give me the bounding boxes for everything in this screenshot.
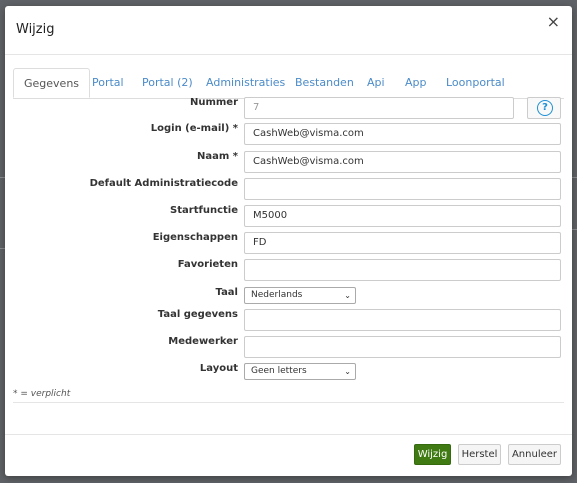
startfunctie-label: Startfunctie <box>170 205 238 216</box>
row-medewerker: Medewerker <box>5 336 572 360</box>
nummer-label: Nummer <box>189 97 238 108</box>
nummer-field: 7 <box>244 97 514 119</box>
row-eigenschappen: Eigenschappen FD <box>5 232 572 256</box>
medewerker-field[interactable] <box>244 336 561 358</box>
help-icon: ? <box>537 100 553 116</box>
cancel-button[interactable]: Annuleer <box>508 444 561 465</box>
naam-label: Naam * <box>197 151 238 162</box>
row-login: Login (e-mail) * CashWeb@visma.com <box>5 123 572 147</box>
tab-app[interactable]: App <box>405 68 427 97</box>
favorieten-field[interactable] <box>244 259 561 281</box>
layout-select-value: Geen letters <box>251 366 307 376</box>
row-taal: Taal Nederlands ⌄ <box>5 287 572 311</box>
backdrop-mark <box>572 229 577 230</box>
startfunctie-field[interactable]: M5000 <box>244 205 561 227</box>
row-startfunctie: Startfunctie M5000 <box>5 205 572 229</box>
edit-dialog: Wijzig × Gegevens Portal Portal (2) Admi… <box>5 6 572 476</box>
eigenschappen-label: Eigenschappen <box>152 232 238 243</box>
chevron-down-icon: ⌄ <box>344 367 351 376</box>
help-button[interactable]: ? <box>527 97 561 119</box>
default-administratiecode-field[interactable] <box>244 178 561 200</box>
footer-divider <box>5 434 572 435</box>
tab-portal[interactable]: Portal <box>92 68 124 97</box>
row-layout: Layout Geen letters ⌄ <box>5 363 572 387</box>
taal-label: Taal <box>215 287 238 298</box>
tab-gegevens[interactable]: Gegevens <box>13 68 91 98</box>
layout-select[interactable]: Geen letters ⌄ <box>244 363 356 380</box>
tab-portal-2[interactable]: Portal (2) <box>142 68 193 97</box>
tab-loonportal[interactable]: Loonportal <box>446 68 505 97</box>
taal-select[interactable]: Nederlands ⌄ <box>244 287 356 304</box>
medewerker-label: Medewerker <box>168 336 238 347</box>
login-label: Login (e-mail) * <box>150 123 238 134</box>
dialog-header: Wijzig × <box>5 6 572 55</box>
save-button[interactable]: Wijzig <box>414 444 451 465</box>
chevron-down-icon: ⌄ <box>344 291 351 300</box>
layout-label: Layout <box>199 363 238 374</box>
taal-gegevens-field[interactable] <box>244 309 561 331</box>
tab-bestanden[interactable]: Bestanden <box>295 68 354 97</box>
reset-button[interactable]: Herstel <box>458 444 501 465</box>
login-email-field[interactable]: CashWeb@visma.com <box>244 123 561 145</box>
row-nummer: Nummer 7 ? <box>5 97 572 121</box>
tab-bar: Gegevens Portal Portal (2) Administratie… <box>13 68 564 99</box>
tab-administraties[interactable]: Administraties <box>206 68 285 97</box>
taal-select-value: Nederlands <box>251 290 303 300</box>
row-favorieten: Favorieten <box>5 259 572 283</box>
required-note: * = verplicht <box>13 389 71 399</box>
eigenschappen-field[interactable]: FD <box>244 232 561 254</box>
row-default-administratiecode: Default Administratiecode <box>5 178 572 202</box>
tab-api[interactable]: Api <box>367 68 385 97</box>
row-taal-gegevens: Taal gegevens <box>5 309 572 333</box>
dialog-title: Wijzig <box>16 22 55 37</box>
form-divider <box>13 402 564 403</box>
naam-field[interactable]: CashWeb@visma.com <box>244 151 561 173</box>
taal-gegevens-label: Taal gegevens <box>157 309 238 320</box>
favorieten-label: Favorieten <box>177 259 238 270</box>
backdrop-mark <box>572 177 577 178</box>
close-icon[interactable]: × <box>547 12 560 31</box>
default-admin-label: Default Administratiecode <box>89 178 238 189</box>
row-naam: Naam * CashWeb@visma.com <box>5 151 572 175</box>
